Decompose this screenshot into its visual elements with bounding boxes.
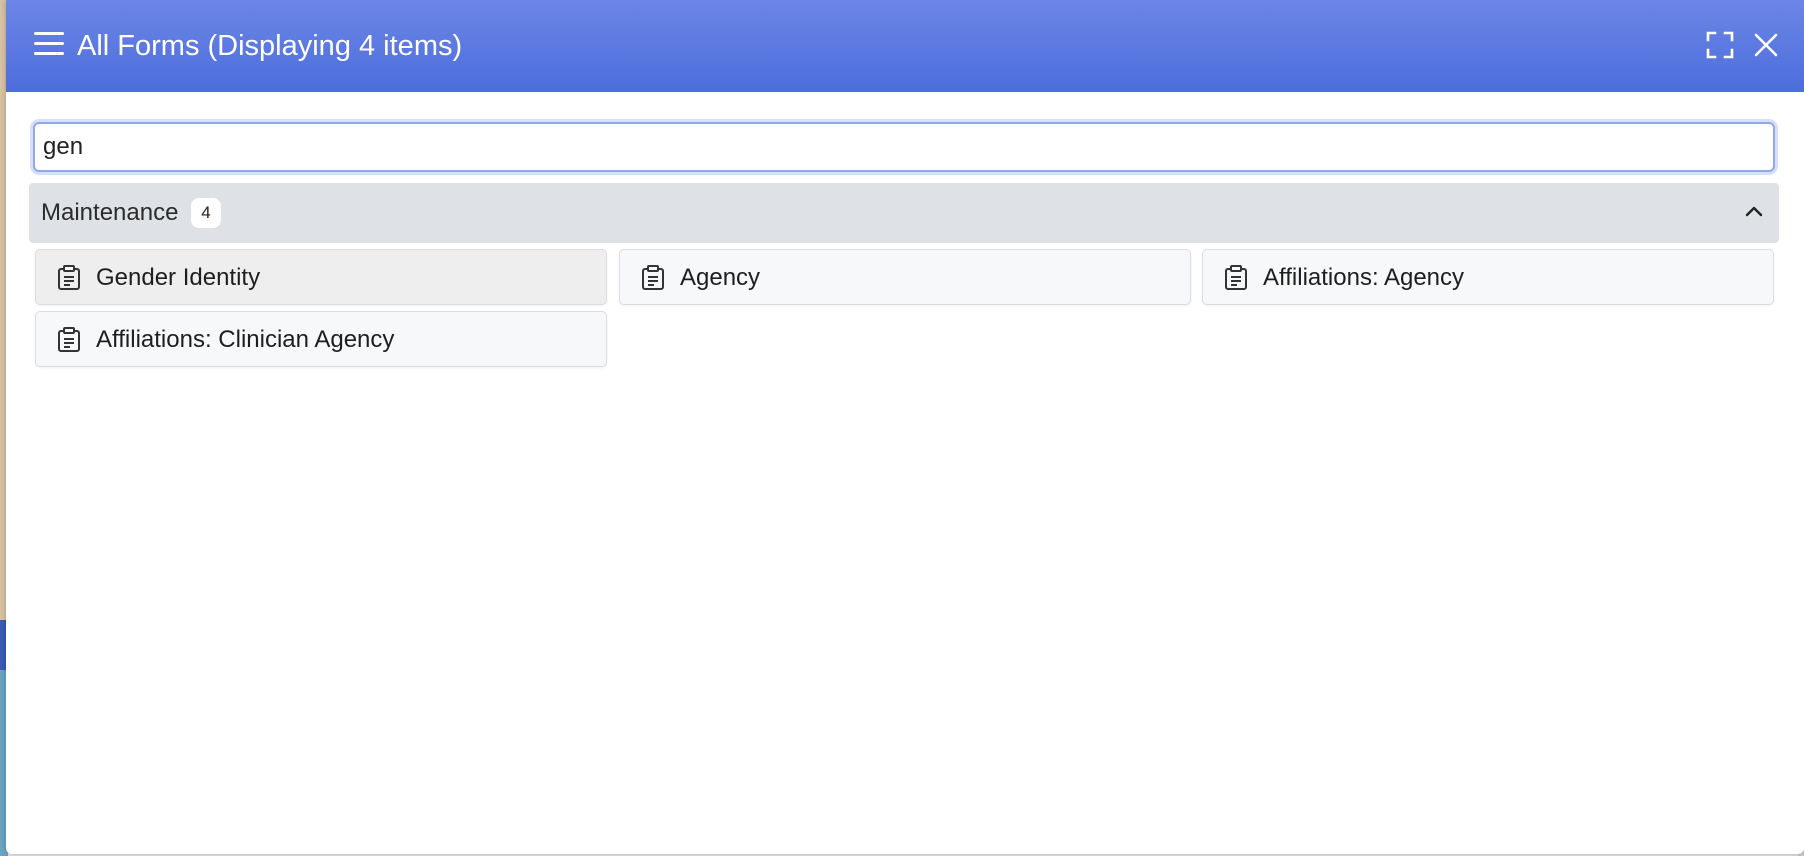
form-item-affiliations-clinician-agency[interactable]: Affiliations: Clinician Agency [35,311,607,367]
group-header-maintenance[interactable]: Maintenance 4 [29,183,1779,243]
form-item-label: Affiliations: Clinician Agency [96,326,395,353]
clipboard-icon [641,265,665,291]
close-icon[interactable] [1752,31,1780,59]
clipboard-icon [57,265,81,291]
form-item-label: Gender Identity [96,264,261,291]
all-forms-modal: All Forms (Displaying 4 items) Maintenan… [6,0,1804,854]
hamburger-menu-icon[interactable] [34,32,64,56]
group-label: Maintenance [41,199,179,226]
modal-header: All Forms (Displaying 4 items) [6,0,1804,92]
form-item-gender-identity[interactable]: Gender Identity [35,249,607,305]
clipboard-icon [1224,265,1248,291]
chevron-up-icon[interactable] [1742,200,1766,224]
form-item-agency[interactable]: Agency [619,249,1191,305]
group-count-badge: 4 [191,198,221,228]
modal-title: All Forms (Displaying 4 items) [77,30,463,62]
fullscreen-icon[interactable] [1706,31,1734,59]
search-input[interactable] [33,122,1775,172]
form-item-label: Affiliations: Agency [1263,264,1465,291]
clipboard-icon [57,327,81,353]
form-item-label: Agency [680,264,761,291]
form-item-affiliations-agency[interactable]: Affiliations: Agency [1202,249,1774,305]
